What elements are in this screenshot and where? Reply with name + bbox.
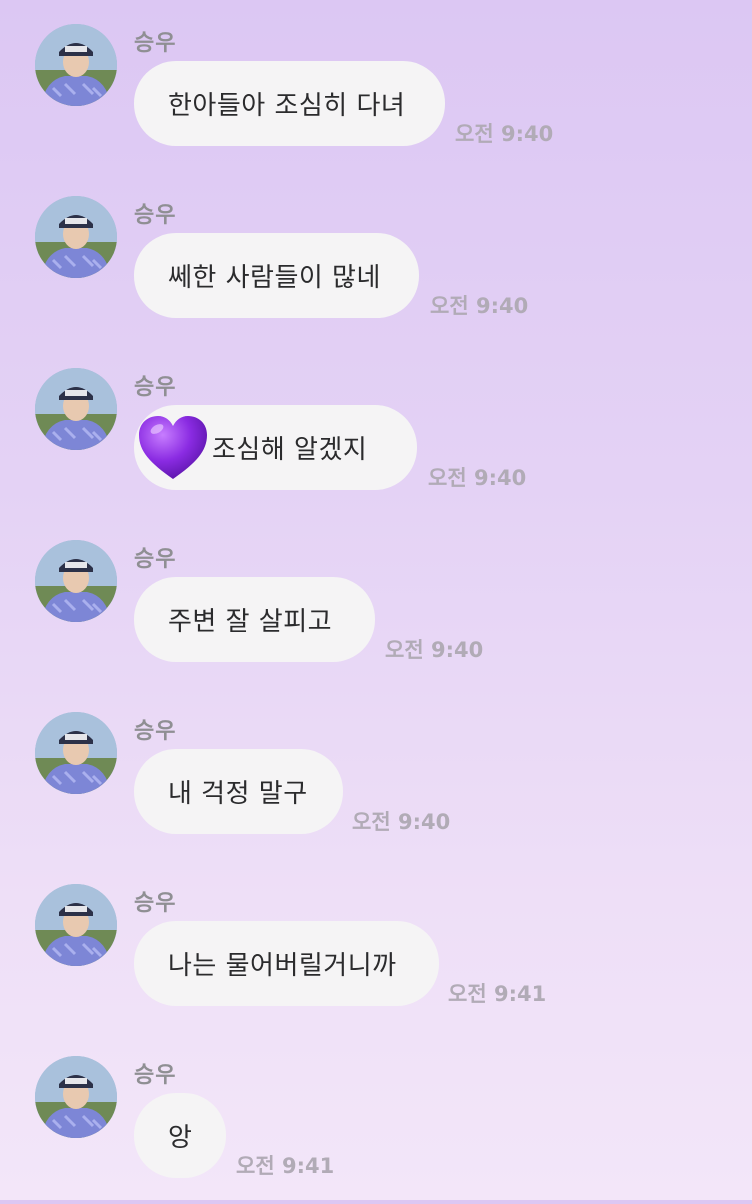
purple-heart-icon xyxy=(139,415,207,479)
avatar[interactable] xyxy=(35,196,117,278)
message-bubble[interactable]: 내 걱정 말구 xyxy=(134,749,343,834)
avatar[interactable] xyxy=(35,368,117,450)
message-time: 오전 9:41 xyxy=(236,1154,335,1178)
sender-name: 승우 xyxy=(134,1063,177,1088)
chat-message: 승우 나는 물어버릴거니까 오전 9:41 xyxy=(0,860,752,1032)
sender-name: 승우 xyxy=(134,547,177,572)
sender-name: 승우 xyxy=(134,719,177,744)
chat-message: 승우 주변 잘 살피고 오전 9:40 xyxy=(0,516,752,688)
sender-name: 승우 xyxy=(134,375,177,400)
avatar[interactable] xyxy=(35,884,117,966)
chat-list: 승우 한아들아 조심히 다녀 오전 9:40 승우 쎄한 사람들이 많네 오전 … xyxy=(0,0,752,1200)
chat-message: 승우 내 걱정 말구 오전 9:40 xyxy=(0,688,752,860)
message-time: 오전 9:41 xyxy=(448,982,547,1006)
avatar[interactable] xyxy=(35,712,117,794)
message-time: 오전 9:40 xyxy=(430,294,529,318)
message-bubble[interactable]: 주변 잘 살피고 xyxy=(134,577,375,662)
message-text: 내 걱정 말구 xyxy=(168,779,308,809)
avatar[interactable] xyxy=(35,540,117,622)
avatar[interactable] xyxy=(35,1056,117,1138)
message-text: 주변 잘 살피고 xyxy=(168,607,333,637)
chat-message: 승우 앙 오전 9:41 xyxy=(0,1032,752,1204)
message-text: 한아들아 조심히 다녀 xyxy=(168,91,406,121)
message-bubble[interactable]: 조심해 알겠지 xyxy=(134,405,417,490)
message-time: 오전 9:40 xyxy=(385,638,484,662)
message-time: 오전 9:40 xyxy=(352,810,451,834)
message-text: 앙 xyxy=(168,1123,193,1153)
message-bubble[interactable]: 쎄한 사람들이 많네 xyxy=(134,233,419,318)
message-time: 오전 9:40 xyxy=(455,122,554,146)
message-text: 쎄한 사람들이 많네 xyxy=(168,263,381,293)
chat-message: 승우 한아들아 조심히 다녀 오전 9:40 xyxy=(0,0,752,172)
message-bubble[interactable]: 나는 물어버릴거니까 xyxy=(134,921,439,1006)
chat-message: 승우 조심해 알겠지 오전 9:40 xyxy=(0,344,752,516)
message-text: 조심해 알겠지 xyxy=(212,435,368,465)
message-time: 오전 9:40 xyxy=(428,466,527,490)
chat-message: 승우 쎄한 사람들이 많네 오전 9:40 xyxy=(0,172,752,344)
message-text: 나는 물어버릴거니까 xyxy=(168,951,397,981)
sender-name: 승우 xyxy=(134,203,177,228)
message-bubble[interactable]: 앙 xyxy=(134,1093,226,1178)
sender-name: 승우 xyxy=(134,891,177,916)
avatar[interactable] xyxy=(35,24,117,106)
message-bubble[interactable]: 한아들아 조심히 다녀 xyxy=(134,61,445,146)
sender-name: 승우 xyxy=(134,31,177,56)
